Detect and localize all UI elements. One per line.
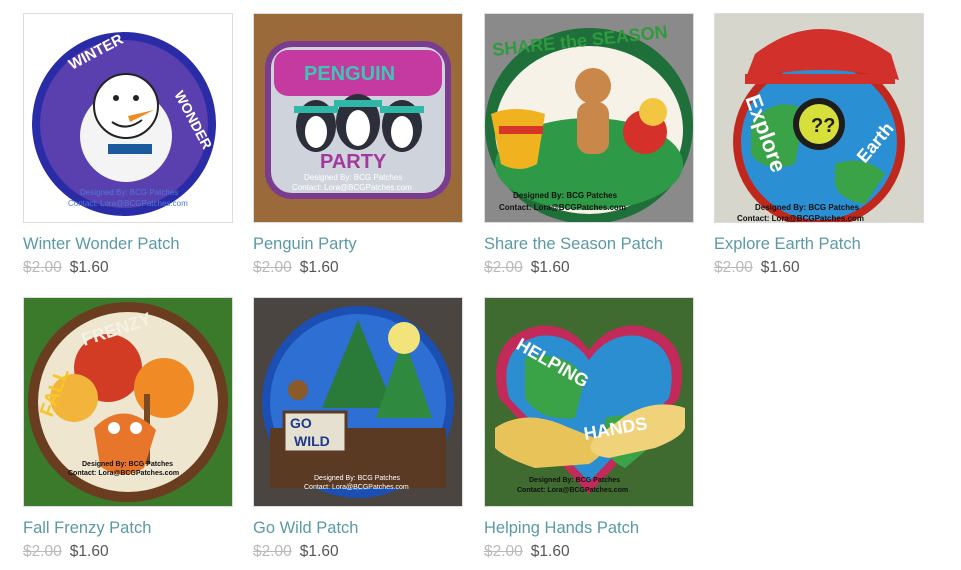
product-image-explore-earth[interactable]: ?? Explore Earth Designed By: BCG Patche… — [714, 13, 924, 223]
original-price: $2.00 — [253, 259, 292, 276]
product-title[interactable]: Winter Wonder Patch — [23, 235, 180, 254]
sale-price: $1.60 — [760, 259, 800, 276]
product-image-helping-hands[interactable]: HELPING HANDS Designed By: BCG Patches C… — [484, 297, 694, 507]
watermark-line2: Contact: Lora@BCGPatches.com — [737, 214, 864, 222]
product-image-go-wild[interactable]: GO WILD Designed By: BCG Patches Contact… — [253, 297, 463, 507]
watermark-line2: Contact: Lora@BCGPatches.com — [68, 470, 179, 477]
original-price: $2.00 — [484, 259, 523, 276]
product-title[interactable]: Helping Hands Patch — [484, 519, 639, 538]
share-the-season-patch-image: SHARE the SEASON Designed By: BCG Patche… — [485, 14, 693, 222]
watermark-line1: Designed By: BCG Patches — [80, 188, 178, 197]
patch-text-party: PARTY — [320, 151, 387, 173]
svg-text:??: ?? — [811, 115, 835, 137]
product-title[interactable]: Penguin Party — [253, 235, 357, 254]
original-price: $2.00 — [23, 543, 62, 560]
go-wild-patch-image: GO WILD Designed By: BCG Patches Contact… — [254, 298, 462, 506]
watermark-line2: Contact: Lora@BCGPatches.com — [304, 484, 409, 491]
watermark-line2: Contact: Lora@BCGPatches.com — [499, 203, 626, 212]
sale-price: $1.60 — [530, 543, 570, 560]
patch-text-penguin: PENGUIN — [304, 63, 395, 85]
watermark-line2: Contact: Lora@BCGPatches.com — [517, 487, 628, 494]
fall-frenzy-patch-image: FALL FRENZY Designed By: BCG Patches Con… — [24, 298, 232, 506]
watermark-line1: Designed By: BCG Patches — [304, 173, 402, 182]
sale-price: $1.60 — [530, 259, 570, 276]
watermark-line1: Designed By: BCG Patches — [755, 203, 860, 212]
original-price: $2.00 — [253, 543, 292, 560]
product-title[interactable]: Fall Frenzy Patch — [23, 519, 151, 538]
product-title[interactable]: Go Wild Patch — [253, 519, 358, 538]
winter-wonder-patch-image: WINTER WONDER Designed By: BCG Patches C… — [24, 14, 232, 222]
price-group: $2.00 $1.60 — [253, 259, 339, 277]
product-image-share-the-season[interactable]: SHARE the SEASON Designed By: BCG Patche… — [484, 13, 694, 223]
watermark-line1: Designed By: BCG Patches — [82, 461, 173, 468]
watermark-line1: Designed By: BCG Patches — [513, 191, 618, 200]
watermark-line1: Designed By: BCG Patches — [529, 477, 620, 484]
original-price: $2.00 — [714, 259, 753, 276]
price-group: $2.00 $1.60 — [484, 543, 570, 561]
sale-price: $1.60 — [69, 543, 109, 560]
helping-hands-patch-image: HELPING HANDS Designed By: BCG Patches C… — [485, 298, 693, 506]
patch-text-go: GO — [290, 415, 312, 431]
product-image-penguin-party[interactable]: PENGUIN PARTY Designed By: BCG Patches C… — [253, 13, 463, 223]
original-price: $2.00 — [484, 543, 523, 560]
product-title[interactable]: Explore Earth Patch — [714, 235, 861, 254]
sale-price: $1.60 — [69, 259, 109, 276]
patch-text-wild: WILD — [294, 433, 330, 449]
price-group: $2.00 $1.60 — [23, 259, 109, 277]
price-group: $2.00 $1.60 — [484, 259, 570, 277]
product-image-fall-frenzy[interactable]: FALL FRENZY Designed By: BCG Patches Con… — [23, 297, 233, 507]
sale-price: $1.60 — [299, 543, 339, 560]
watermark-line2: Contact: Lora@BCGPatches.com — [292, 183, 412, 192]
explore-earth-patch-image: ?? Explore Earth Designed By: BCG Patche… — [715, 14, 923, 222]
price-group: $2.00 $1.60 — [23, 543, 109, 561]
price-group: $2.00 $1.60 — [714, 259, 800, 277]
product-title[interactable]: Share the Season Patch — [484, 235, 663, 254]
price-group: $2.00 $1.60 — [253, 543, 339, 561]
watermark-line1: Designed By: BCG Patches — [314, 475, 400, 482]
penguin-party-patch-image: PENGUIN PARTY Designed By: BCG Patches C… — [254, 14, 462, 222]
watermark-line2: Contact: Lora@BCGPatches.com — [68, 199, 188, 208]
product-image-winter-wonder[interactable]: WINTER WONDER Designed By: BCG Patches C… — [23, 13, 233, 223]
sale-price: $1.60 — [299, 259, 339, 276]
original-price: $2.00 — [23, 259, 62, 276]
